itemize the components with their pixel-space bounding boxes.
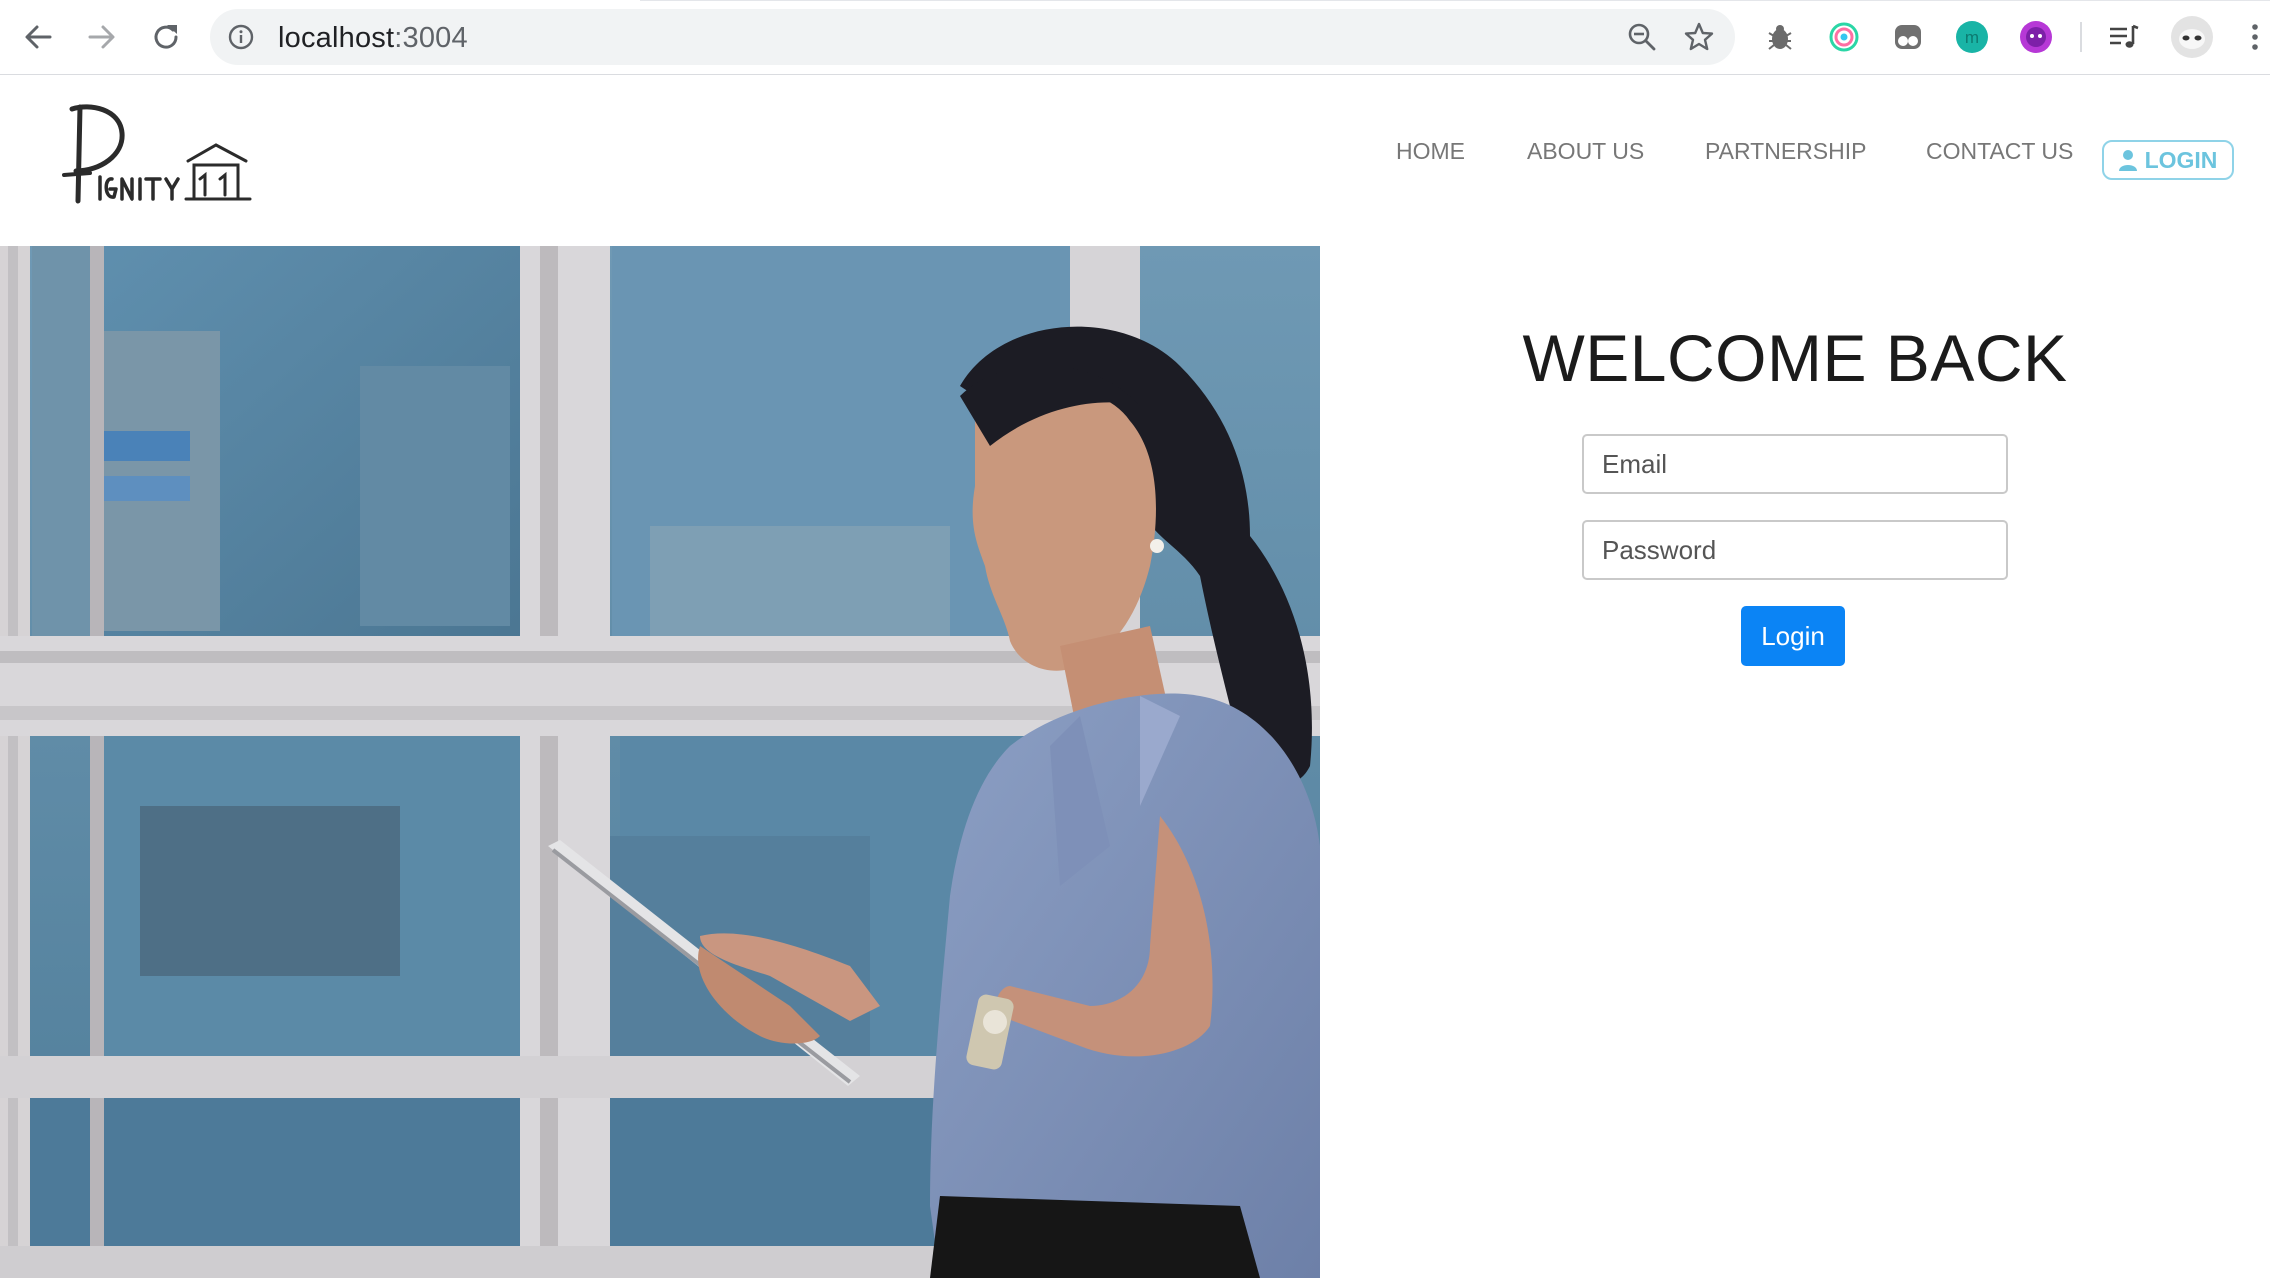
tab-strip-edge [140,0,640,3]
email-field[interactable] [1582,434,2008,494]
zoom-out-icon[interactable] [1627,22,1657,52]
url-text[interactable]: localhost:3004 [278,22,468,55]
header-login-button[interactable]: LOGIN [2102,140,2234,180]
svg-text:m: m [1965,28,1979,47]
arrow-right-icon [88,25,115,49]
tab-strip-line [640,0,2270,1]
nav-home[interactable]: HOME [1396,138,1465,165]
bug-extension-button[interactable] [1763,20,1797,54]
reload-icon [154,25,178,49]
bug-icon [1768,25,1792,50]
header-login-label: LOGIN [2144,146,2218,173]
kebab-menu-icon [2252,24,2258,50]
login-submit-button[interactable]: Login [1741,606,1845,666]
media-control-button[interactable] [2107,20,2141,54]
ghost-icon [1895,25,1921,49]
url-port: :3004 [394,22,468,54]
ring-extension-button[interactable] [1827,20,1861,54]
reload-button[interactable] [146,17,186,57]
browser-toolbar: localhost:3004 m [0,0,2270,75]
m-extension-button[interactable]: m [1955,20,1989,54]
profile-avatar-button[interactable] [2170,15,2214,59]
browser-menu-button[interactable] [2238,20,2270,54]
hero-photo [0,246,1320,1278]
playlist-icon [2110,24,2139,48]
ring-icon [1829,22,1859,52]
avatar-icon [2171,16,2213,58]
back-button[interactable] [18,17,58,57]
url-host: localhost [278,22,395,54]
password-field[interactable] [1582,520,2008,580]
forward-button[interactable] [82,17,122,57]
nav-partnership[interactable]: PARTNERSHIP [1705,138,1866,165]
nav-contact-us[interactable]: CONTACT US [1926,138,2073,165]
m-badge-icon: m [1956,21,1988,53]
toolbar-separator [2080,22,2082,52]
purple-face-icon [2020,21,2052,53]
purple-extension-button[interactable] [2019,20,2053,54]
site-header: HOME ABOUT US PARTNERSHIP CONTACT US LOG… [0,76,2270,246]
star-icon[interactable] [1683,21,1715,53]
address-bar[interactable]: localhost:3004 [210,9,1735,65]
dignity-logo[interactable] [60,99,275,209]
arrow-left-icon [25,25,52,49]
info-icon[interactable] [228,24,254,50]
ghost-extension-button[interactable] [1891,20,1925,54]
user-icon [2118,150,2137,171]
login-title: WELCOME BACK [1522,321,2068,395]
nav-about-us[interactable]: ABOUT US [1527,138,1644,165]
